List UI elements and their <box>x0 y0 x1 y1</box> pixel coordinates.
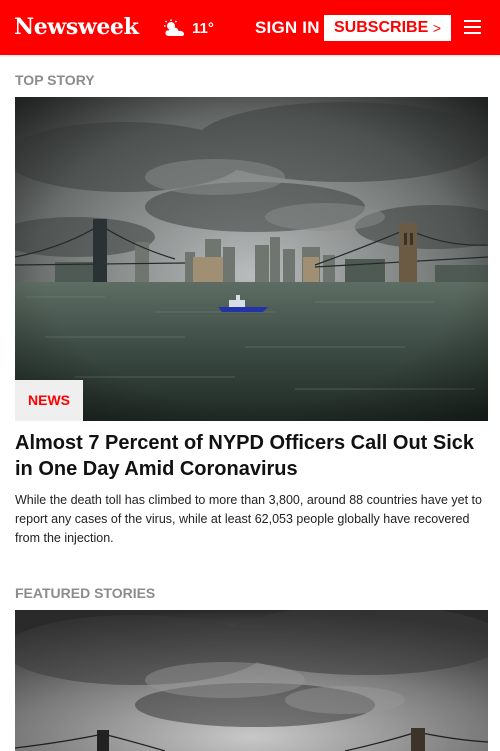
subscribe-button[interactable]: SUBSCRIBE > <box>324 15 451 41</box>
partly-cloudy-icon <box>164 19 185 36</box>
hero-photo <box>15 97 488 421</box>
weather-widget[interactable]: 11° <box>163 16 214 40</box>
featured-story-image[interactable] <box>15 610 488 751</box>
top-story-label: TOP STORY <box>15 72 95 88</box>
subscribe-label: SUBSCRIBE <box>334 19 429 36</box>
chevron-right-icon: > <box>432 20 441 36</box>
featured-stories-label: FEATURED STORIES <box>15 585 156 601</box>
hamburger-icon[interactable] <box>464 20 481 34</box>
top-story-summary: While the death toll has climbed to more… <box>15 493 482 545</box>
sign-in-link[interactable]: SIGN IN <box>255 17 320 39</box>
featured-photo <box>15 610 488 751</box>
top-nav-bar: Newsweek 11° SIGN IN SUBSCRIBE > <box>0 0 500 55</box>
top-story-image[interactable] <box>15 97 488 421</box>
newsweek-logo[interactable]: Newsweek <box>14 12 139 42</box>
category-tag[interactable]: NEWS <box>15 380 83 421</box>
top-story-headline[interactable]: Almost 7 Percent of NYPD Officers Call O… <box>15 430 485 482</box>
weather-temperature: 11° <box>192 19 214 37</box>
